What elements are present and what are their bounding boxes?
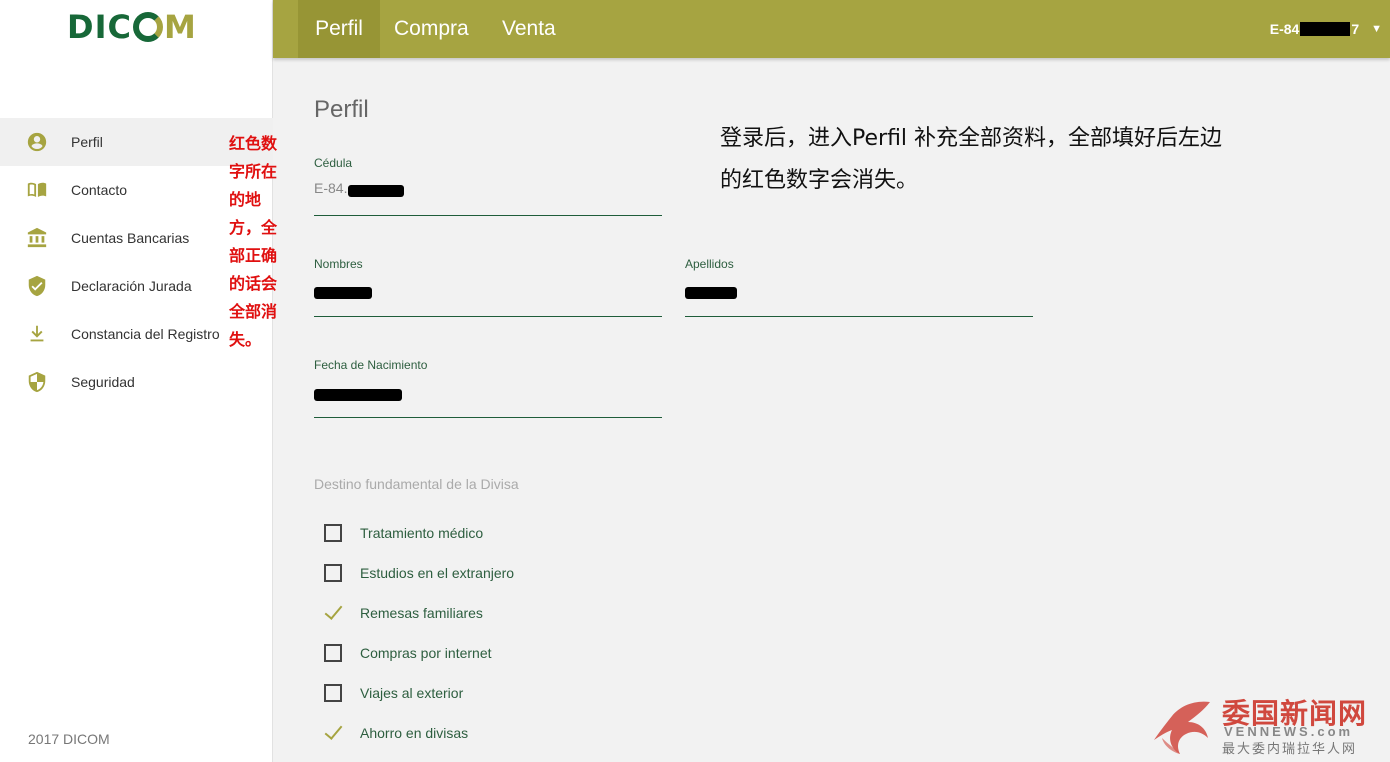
redacted-block	[1300, 22, 1351, 36]
book-icon	[25, 178, 49, 202]
checkbox-label: Compras por internet	[360, 645, 492, 661]
checkbox-tratamiento-medico[interactable]: Tratamiento médico	[324, 521, 483, 545]
watermark-slogan: 最大委内瑞拉华人网	[1222, 742, 1358, 757]
user-id-suffix: 7	[1351, 21, 1360, 37]
checkbox-unchecked-icon	[324, 684, 342, 702]
checkmark-icon	[324, 604, 342, 622]
nombres-field[interactable]: Nombres	[314, 257, 662, 317]
field-underline	[314, 316, 662, 317]
shield-check-icon	[25, 274, 49, 298]
field-underline	[314, 417, 662, 418]
download-icon	[25, 322, 49, 346]
apellidos-field[interactable]: Apellidos	[685, 257, 1033, 317]
checkbox-label: Remesas familiares	[360, 605, 483, 621]
sidebar-item-label: Cuentas Bancarias	[71, 230, 190, 246]
tab-compra[interactable]: Compra	[394, 0, 469, 58]
checkbox-unchecked-icon	[324, 564, 342, 582]
sidebar-item-label: Constancia del Registro	[71, 326, 220, 342]
logo-ring-icon	[132, 12, 163, 42]
tab-perfil[interactable]: Perfil	[298, 0, 380, 58]
logo-text-right: M	[163, 8, 197, 46]
checkbox-viajes-exterior[interactable]: Viajes al exterior	[324, 681, 463, 705]
dicom-logo[interactable]: DIC M	[67, 8, 197, 46]
sidebar-item-label: Contacto	[71, 182, 128, 198]
vennews-watermark: 委国新闻网 VENNEWS.com 最大委内瑞拉华人网	[1150, 690, 1390, 762]
sidebar-item-label: Perfil	[71, 134, 103, 150]
cedula-label: Cédula	[314, 156, 353, 170]
redacted-block	[348, 185, 404, 197]
checkbox-compras-internet[interactable]: Compras por internet	[324, 641, 492, 665]
cedula-value: E-84.	[314, 180, 348, 196]
security-shield-icon	[25, 370, 49, 394]
logo-text-left: DIC	[67, 8, 132, 46]
tab-venta[interactable]: Venta	[502, 0, 556, 58]
field-underline	[314, 215, 662, 216]
redacted-block	[314, 389, 402, 401]
checkbox-unchecked-icon	[324, 524, 342, 542]
page-title: Perfil	[314, 96, 369, 123]
checkbox-label: Tratamiento médico	[360, 525, 484, 541]
sidebar-item-label: Declaración Jurada	[71, 278, 192, 294]
caret-down-icon: ▼	[1371, 23, 1382, 35]
sidebar-item-label: Seguridad	[71, 374, 135, 390]
checkbox-unchecked-icon	[324, 644, 342, 662]
fecha-nacimiento-label: Fecha de Nacimiento	[314, 358, 428, 372]
destino-section-label: Destino fundamental de la Divisa	[314, 476, 519, 492]
sidebar: DIC M Perfil Contacto Cuentas Bancarias D…	[0, 0, 273, 762]
annotation-instructions: 登录后，进入Perfil 补充全部资料，全部填好后左边的红色数字会消失。	[720, 126, 1223, 193]
cedula-field[interactable]: Cédula E-84.	[314, 156, 662, 216]
dragon-logo-icon	[1154, 701, 1210, 754]
redacted-block	[314, 287, 372, 299]
checkbox-remesas-familiares[interactable]: Remesas familiares	[324, 601, 483, 625]
checkbox-estudios-extranjero[interactable]: Estudios en el extranjero	[324, 561, 514, 585]
redacted-block	[685, 287, 737, 299]
user-id-prefix: E-84	[1269, 21, 1300, 37]
nombres-label: Nombres	[314, 257, 363, 271]
apellidos-label: Apellidos	[685, 257, 734, 271]
watermark-domain: VENNEWS.com	[1224, 724, 1354, 739]
sidebar-footer: 2017 DICOM	[28, 731, 110, 747]
user-menu[interactable]: E-84 7 ▼	[1270, 0, 1382, 58]
fecha-nacimiento-field[interactable]: Fecha de Nacimiento	[314, 358, 662, 418]
account-circle-icon	[25, 130, 49, 154]
checkbox-ahorro-divisas[interactable]: Ahorro en divisas	[324, 721, 468, 745]
top-navbar: Perfil Compra Venta E-84 7 ▼	[273, 0, 1390, 58]
red-annotation-left: 红色数字所在的地方，全部正确的话会全部消失。	[229, 134, 278, 349]
field-underline	[685, 316, 1033, 317]
checkbox-label: Estudios en el extranjero	[360, 565, 515, 581]
checkbox-label: Viajes al exterior	[360, 685, 464, 701]
sidebar-item-seguridad[interactable]: Seguridad	[0, 358, 273, 406]
checkmark-icon	[324, 724, 342, 742]
checkbox-label: Ahorro en divisas	[360, 725, 469, 741]
bank-icon	[25, 226, 49, 250]
